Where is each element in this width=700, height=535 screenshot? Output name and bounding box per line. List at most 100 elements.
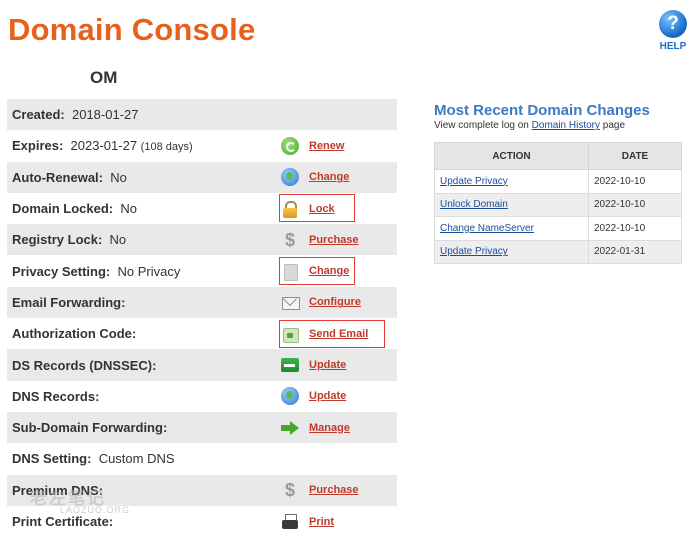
setting-name: Domain Locked: <box>12 201 114 217</box>
change-date: 2022-10-10 <box>588 169 682 194</box>
setting-name: DS Records (DNSSEC): <box>12 357 157 373</box>
purchase-link[interactable]: Purchase <box>309 484 359 496</box>
table-row: Unlock Domain 2022-10-10 <box>434 192 682 217</box>
setting-label: Authorization Code: <box>12 326 136 341</box>
setting-name: Sub-Domain Forwarding: <box>12 420 168 436</box>
purchase-link[interactable]: Purchase <box>309 234 359 246</box>
domain-history-link[interactable]: Domain History <box>532 120 600 131</box>
setting-action: Update <box>281 387 346 406</box>
table-row: Update Privacy 2022-10-10 <box>434 169 682 194</box>
setting-label: Created: 2018-01-27 <box>12 107 138 122</box>
setting-label: Email Forwarding: <box>12 295 125 310</box>
help-icon[interactable]: ? <box>659 10 687 38</box>
setting-label: Expires: 2023-01-27 (108 days) <box>12 138 193 153</box>
domain-settings-list: Created: 2018-01-27 Expires: 2023-01-27 (… <box>7 99 397 535</box>
update-link[interactable]: Update <box>309 359 346 371</box>
setting-action: $ Purchase <box>281 481 359 499</box>
globe-icon[interactable] <box>281 387 299 406</box>
page-title: Domain Console <box>8 12 256 47</box>
setting-value: Custom DNS <box>98 451 175 467</box>
setting-label: Sub-Domain Forwarding: <box>12 420 167 435</box>
renew-link[interactable]: Renew <box>309 140 344 152</box>
setting-name: Expires: <box>12 138 64 154</box>
setting-name: Email Forwarding: <box>12 294 126 310</box>
arrow-icon[interactable] <box>281 419 299 437</box>
setting-note: (108 days) <box>140 141 193 154</box>
setting-name: DNS Setting: <box>12 451 92 467</box>
setting-row: Created: 2018-01-27 <box>7 99 397 131</box>
recent-changes-panel: Most Recent Domain Changes View complete… <box>434 102 684 264</box>
setting-action: Change <box>281 168 349 187</box>
domain-name: OM <box>90 68 118 87</box>
setting-label: Privacy Setting: No Privacy <box>12 264 180 279</box>
change-date: 2022-01-31 <box>588 239 682 264</box>
highlight-box <box>279 256 355 285</box>
setting-row: DS Records (DNSSEC): Update <box>7 349 397 381</box>
setting-name: Created: <box>12 107 65 123</box>
help-label[interactable]: HELP <box>656 41 690 52</box>
change-action-link[interactable]: Change NameServer <box>434 216 589 241</box>
setting-row: Domain Locked: No Lock <box>7 193 397 224</box>
setting-label: Print Certificate: <box>12 514 113 529</box>
setting-row: Sub-Domain Forwarding: Manage <box>7 411 397 444</box>
table-header-row: ACTION DATE <box>434 142 682 170</box>
setting-label: Registry Lock: No <box>12 232 126 247</box>
key-icon[interactable] <box>281 356 299 374</box>
setting-row: Authorization Code: Send Email <box>7 318 397 349</box>
change-action-link[interactable]: Update Privacy <box>434 169 589 194</box>
setting-value: No <box>110 169 127 185</box>
table-row: Update Privacy 2022-01-31 <box>434 239 682 264</box>
highlight-box <box>279 194 355 223</box>
recent-changes-title: Most Recent Domain Changes <box>434 102 650 119</box>
help-button[interactable]: ? HELP <box>656 10 690 52</box>
setting-row: DNS Records: Update <box>7 381 397 412</box>
setting-label: Auto-Renewal: No <box>12 170 127 185</box>
setting-row: Email Forwarding: Configure <box>7 286 397 319</box>
setting-value: 2018-01-27 <box>71 107 139 123</box>
renew-icon[interactable] <box>281 136 299 155</box>
change-action-link[interactable]: Update Privacy <box>434 239 589 264</box>
setting-action: Print <box>281 513 334 531</box>
setting-value: No <box>109 232 127 248</box>
setting-name: Privacy Setting: <box>12 263 111 279</box>
setting-label: Domain Locked: No <box>12 201 137 216</box>
printer-icon[interactable] <box>281 513 299 531</box>
change-link[interactable]: Change <box>309 171 349 183</box>
setting-name: Registry Lock: <box>12 232 103 248</box>
setting-row: DNS Setting: Custom DNS <box>7 443 397 474</box>
setting-row: Expires: 2023-01-27 (108 days) Renew <box>7 130 397 161</box>
setting-label: DNS Setting: Custom DNS <box>12 451 175 466</box>
mail-icon[interactable] <box>281 293 300 311</box>
update-link[interactable]: Update <box>309 390 346 402</box>
table-row: Change NameServer 2022-10-10 <box>434 216 682 241</box>
print-link[interactable]: Print <box>309 516 334 528</box>
setting-row: Privacy Setting: No Privacy Change <box>7 255 397 286</box>
recent-changes-subtitle: View complete log on Domain History page <box>434 120 684 131</box>
column-header-date: DATE <box>588 142 682 170</box>
highlight-box <box>279 319 385 348</box>
setting-row: Registry Lock: No $ Purchase <box>7 224 397 256</box>
column-header-action: ACTION <box>434 142 589 170</box>
setting-name: Auto-Renewal: <box>12 169 103 185</box>
manage-link[interactable]: Manage <box>309 422 350 434</box>
configure-link[interactable]: Configure <box>309 296 361 308</box>
globe-icon[interactable] <box>281 168 299 187</box>
setting-label: DNS Records: <box>12 389 99 404</box>
dollar-icon[interactable]: $ <box>281 481 299 499</box>
recent-changes-table: ACTION DATE Update Privacy 2022-10-10 Unlo… <box>434 142 682 264</box>
setting-label: DS Records (DNSSEC): <box>12 358 156 373</box>
watermark-subtext: LAOZUO.ORG <box>60 505 131 515</box>
setting-value: No Privacy <box>117 263 181 279</box>
setting-value: No <box>120 201 137 217</box>
setting-action: Renew <box>281 136 344 155</box>
dollar-icon[interactable]: $ <box>281 231 299 249</box>
setting-name: DNS Records: <box>12 388 100 404</box>
subtitle-prefix: View complete log on <box>434 120 532 131</box>
change-action-link[interactable]: Unlock Domain <box>434 192 589 217</box>
setting-action: $ Purchase <box>281 231 359 249</box>
setting-name: Authorization Code: <box>12 326 137 342</box>
change-date: 2022-10-10 <box>588 216 682 241</box>
setting-action: Manage <box>281 419 350 437</box>
setting-row: Auto-Renewal: No Change <box>7 161 397 193</box>
change-date: 2022-10-10 <box>588 192 682 217</box>
